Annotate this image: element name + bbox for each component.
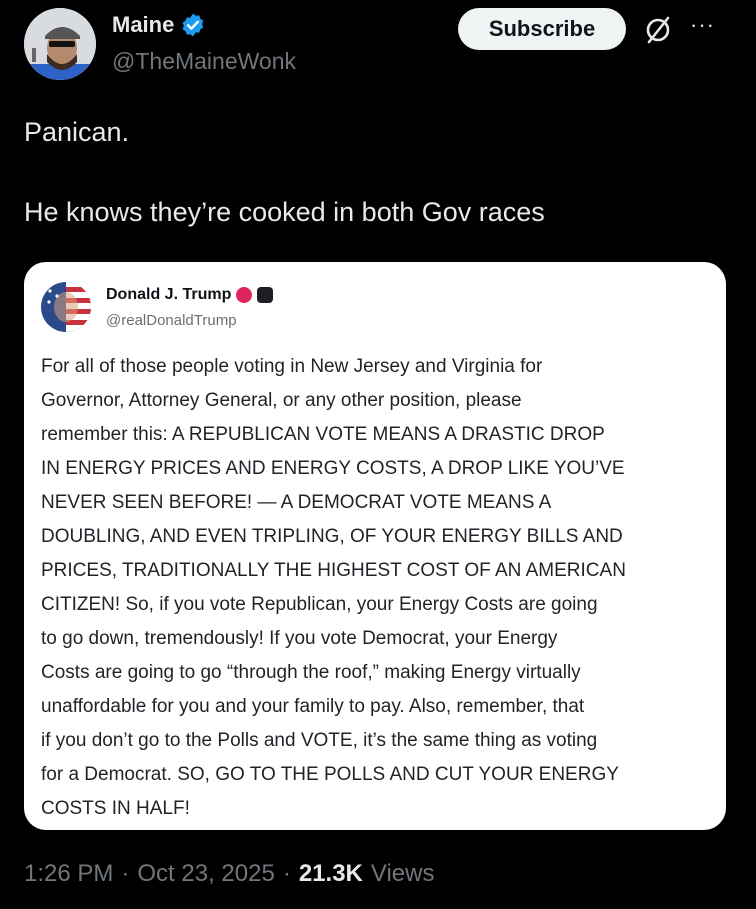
post-date[interactable]: Oct 23, 2025: [137, 860, 274, 888]
avatar-man-icon: [24, 8, 96, 80]
post-time[interactable]: 1:26 PM: [24, 860, 113, 888]
quoted-author-handle[interactable]: @realDonaldTrump: [106, 312, 237, 329]
quoted-post-text: For all of those people voting in New Je…: [41, 356, 626, 819]
post: Maine @TheMaineWonk Subscribe ··· Panica…: [0, 0, 756, 909]
more-options-icon[interactable]: ···: [690, 12, 715, 38]
grok-icon[interactable]: [642, 14, 674, 46]
quoted-author-name[interactable]: Donald J. Trump: [106, 286, 231, 304]
meta-separator: ·: [121, 860, 130, 887]
author-avatar[interactable]: [24, 8, 96, 80]
verified-badge-icon: [236, 287, 253, 303]
meta-separator: ·: [282, 860, 291, 887]
flag-portrait-avatar-icon: [41, 282, 91, 332]
author-handle[interactable]: @TheMaineWonk: [112, 48, 296, 75]
post-text: Panican. He knows they’re cooked in both…: [24, 117, 545, 227]
views-count: 21.3K: [298, 860, 363, 887]
quoted-post-card[interactable]: Donald J. Trump @realDonaldTrump For all…: [24, 262, 726, 830]
post-meta: 1:26 PM · Oct 23, 2025 · 21.3K Views: [24, 860, 434, 888]
affiliation-badge-icon: [257, 287, 274, 303]
views-label: Views: [370, 860, 435, 887]
subscribe-button[interactable]: Subscribe: [458, 8, 626, 50]
verified-badge-icon: [183, 13, 204, 37]
author-name[interactable]: Maine: [112, 12, 174, 38]
author-name-row[interactable]: Maine: [112, 12, 206, 38]
quoted-author-name-row[interactable]: Donald J. Trump: [106, 286, 274, 304]
quoted-author-avatar[interactable]: [41, 282, 91, 332]
